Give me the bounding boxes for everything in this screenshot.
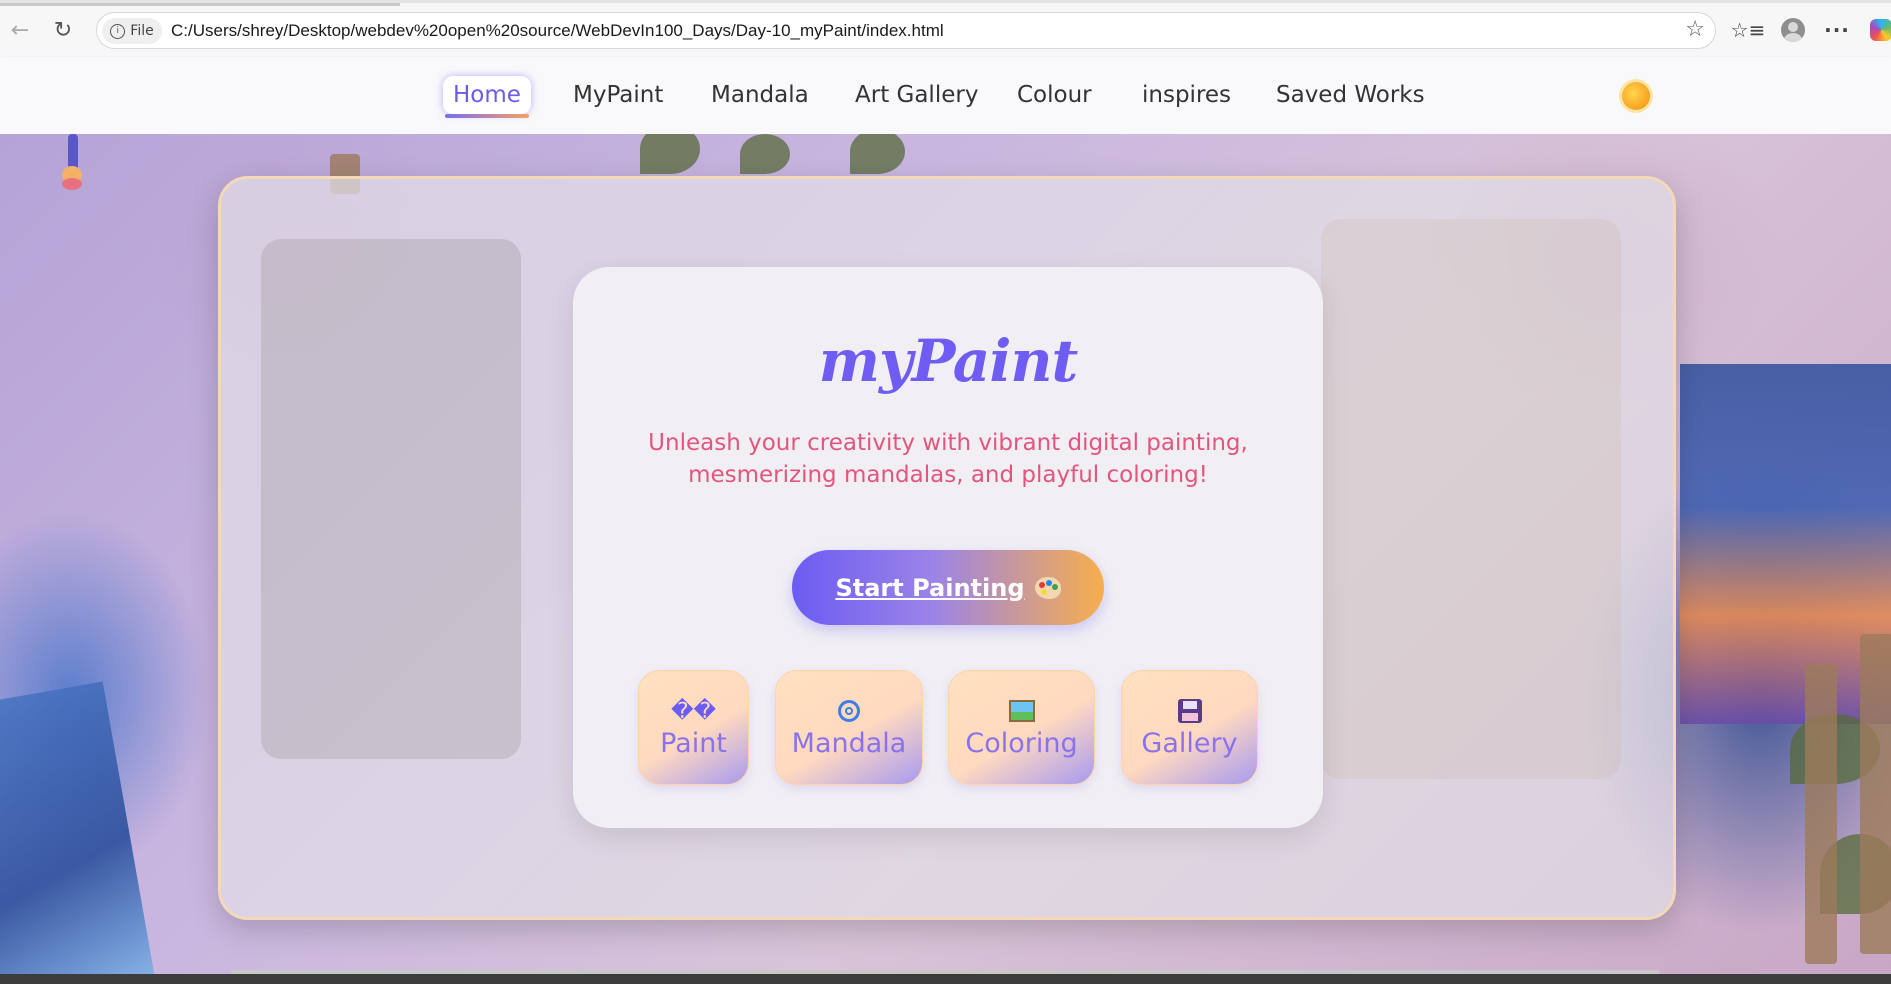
more-options-icon[interactable]: ···	[1822, 15, 1852, 45]
gallery-tile[interactable]: Gallery	[1121, 670, 1258, 785]
spiral-icon	[838, 700, 860, 722]
tile-icon-wrap	[1177, 696, 1202, 726]
tile-icon-wrap	[838, 696, 860, 726]
broken-glyph-icon: ��	[670, 698, 717, 724]
avatar	[1781, 18, 1805, 42]
start-painting-button[interactable]: Start Painting	[792, 550, 1104, 625]
paint-blob-decoration	[62, 178, 82, 190]
painted-canvas-left	[0, 681, 155, 974]
tab-strip	[0, 3, 400, 6]
favorite-star-icon[interactable]: ☆	[1685, 17, 1705, 42]
blurred-easel	[261, 239, 521, 759]
tile-label-coloring: Coloring	[965, 728, 1078, 759]
site-navbar: Home MyPaint Mandala Art Gallery Colour …	[0, 57, 1891, 134]
start-painting-label: Start Painting	[835, 573, 1025, 602]
tile-label-mandala: Mandala	[791, 728, 907, 759]
tile-label-paint: Paint	[660, 728, 727, 759]
sun-theme-toggle-icon[interactable]	[1622, 82, 1650, 110]
hero-subtitle: Unleash your creativity with vibrant dig…	[648, 430, 1248, 488]
url-text[interactable]: C:/Users/shrey/Desktop/webdev%20open%20s…	[171, 21, 944, 41]
reload-icon[interactable]: ↻	[48, 15, 78, 45]
nav-art-gallery[interactable]: Art Gallery	[855, 76, 978, 114]
copilot-icon[interactable]	[1870, 19, 1891, 41]
wooden-post	[1860, 634, 1891, 954]
site-info-button[interactable]: i File	[102, 18, 162, 44]
mandala-tile[interactable]: Mandala	[775, 670, 923, 785]
palette-icon	[1034, 576, 1061, 599]
nav-home[interactable]: Home	[443, 76, 531, 118]
window-bottom-edge	[0, 974, 1891, 984]
framed-picture-icon	[1008, 700, 1035, 722]
browser-toolbar: ← ↻ i File C:/Users/shrey/Desktop/webdev…	[0, 0, 1891, 57]
favorites-list-icon[interactable]: ☆≡	[1731, 15, 1766, 45]
paint-tile[interactable]: �� Paint	[638, 670, 749, 785]
nav-mandala[interactable]: Mandala	[711, 76, 809, 114]
info-icon: i	[110, 23, 126, 39]
back-arrow-icon[interactable]: ←	[5, 15, 35, 45]
floppy-disk-icon	[1177, 699, 1202, 723]
coloring-tile[interactable]: Coloring	[948, 670, 1095, 785]
plant-leaf	[850, 134, 905, 174]
profile-button[interactable]	[1778, 15, 1808, 45]
tile-icon-wrap	[1008, 696, 1035, 726]
nav-colour[interactable]: Colour	[1017, 76, 1092, 114]
blurred-canvas	[1321, 219, 1621, 779]
tile-label-gallery: Gallery	[1141, 728, 1238, 759]
nav-mypaint[interactable]: MyPaint	[573, 76, 663, 114]
plant-leaf	[740, 134, 790, 174]
address-bar[interactable]: i File C:/Users/shrey/Desktop/webdev%20o…	[96, 12, 1716, 49]
nav-inspires[interactable]: inspires	[1142, 76, 1231, 114]
page-title: myPaint	[818, 327, 1079, 395]
nav-saved-works[interactable]: Saved Works	[1276, 76, 1425, 114]
file-label: File	[130, 23, 154, 39]
plant-leaf	[640, 134, 700, 174]
wooden-post	[1805, 664, 1837, 964]
